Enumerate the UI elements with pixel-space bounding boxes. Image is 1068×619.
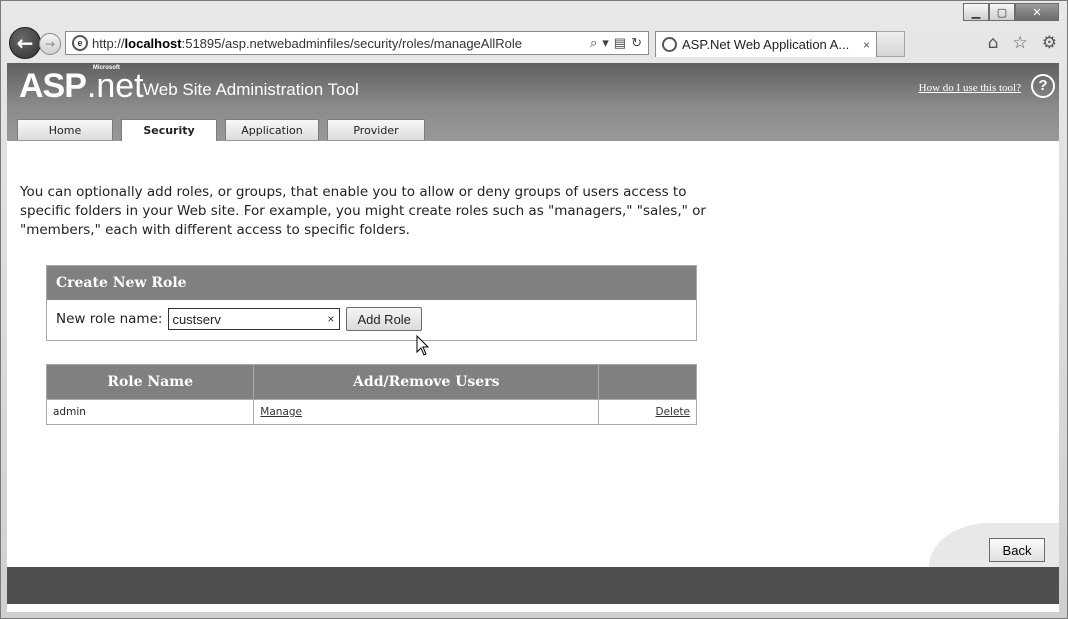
back-button[interactable]: Back <box>989 538 1045 562</box>
favorites-icon[interactable]: ☆ <box>1013 33 1028 53</box>
add-role-button[interactable]: Add Role <box>346 307 422 331</box>
refresh-icon[interactable]: ↻ <box>631 35 642 51</box>
admin-tabs: Home Security Application Provider <box>17 119 433 141</box>
mouse-cursor-icon <box>416 335 430 356</box>
role-name-cell: admin <box>45 399 255 425</box>
role-name-value[interactable]: custserv <box>169 312 327 327</box>
page-title: Web Site Administration Tool <box>143 80 359 99</box>
tab-provider[interactable]: Provider <box>327 119 425 140</box>
intro-text: You can optionally add roles, or groups,… <box>20 184 706 238</box>
column-header-add-remove-users: Add/Remove Users <box>253 364 600 400</box>
table-row: admin Manage Delete <box>45 399 697 425</box>
navigation-bar: ← → e http://localhost:51895/asp.netweba… <box>1 25 1067 63</box>
roles-table: Role Name Add/Remove Users admin Manage … <box>45 364 697 425</box>
tab-application[interactable]: Application <box>225 119 319 140</box>
aspnet-logo: ASP Microsoft .net <box>19 65 144 105</box>
browser-tab[interactable]: ASP.Net Web Application A... × <box>655 31 877 57</box>
tab-home[interactable]: Home <box>17 119 113 140</box>
tab-title: ASP.Net Web Application A... <box>682 37 850 52</box>
help-link[interactable]: How do I use this tool? <box>919 82 1021 94</box>
tab-security[interactable]: Security <box>121 119 217 141</box>
create-role-panel: Create New Role New role name: custserv … <box>46 265 697 341</box>
maximize-button[interactable]: ▢ <box>989 3 1015 21</box>
compat-icon[interactable]: ▤ <box>614 35 626 51</box>
back-area: Back <box>929 523 1059 567</box>
column-header-actions <box>598 364 697 400</box>
minimize-button[interactable]: ▁ <box>963 3 989 21</box>
delete-link[interactable]: Delete <box>656 406 691 418</box>
role-name-input[interactable]: custserv × <box>168 308 341 330</box>
ie-tab-icon <box>662 37 677 52</box>
page-content: ASP Microsoft .net Web Site Administratio… <box>7 63 1059 612</box>
browser-window: ▁ ▢ ✕ ← → e http://localhost:51895/asp.n… <box>0 0 1068 619</box>
search-icon[interactable]: ⌕ <box>590 35 597 51</box>
new-tab-button[interactable] <box>877 31 905 57</box>
role-name-label: New role name: <box>56 311 163 327</box>
close-window-button[interactable]: ✕ <box>1015 3 1059 21</box>
tools-gear-icon[interactable]: ⚙ <box>1042 33 1057 53</box>
clear-icon[interactable]: × <box>327 312 339 326</box>
home-icon[interactable]: ⌂ <box>988 33 999 53</box>
url-text[interactable]: http://localhost:51895/asp.netwebadminfi… <box>92 36 584 51</box>
site-header: ASP Microsoft .net Web Site Administratio… <box>7 63 1059 141</box>
tab-close-icon[interactable]: × <box>857 38 876 52</box>
column-header-role-name: Role Name <box>45 364 255 400</box>
address-bar[interactable]: e http://localhost:51895/asp.netwebadmin… <box>65 31 649 55</box>
back-icon[interactable]: ← <box>9 27 41 59</box>
help-icon[interactable]: ? <box>1031 74 1055 98</box>
ie-page-icon: e <box>72 35 88 51</box>
manage-link[interactable]: Manage <box>260 406 302 418</box>
dropdown-icon[interactable]: ▾ <box>602 35 609 51</box>
forward-icon[interactable]: → <box>39 33 61 55</box>
create-role-heading: Create New Role <box>47 266 696 300</box>
window-controls: ▁ ▢ ✕ <box>963 3 1059 21</box>
page-footer <box>7 567 1059 604</box>
